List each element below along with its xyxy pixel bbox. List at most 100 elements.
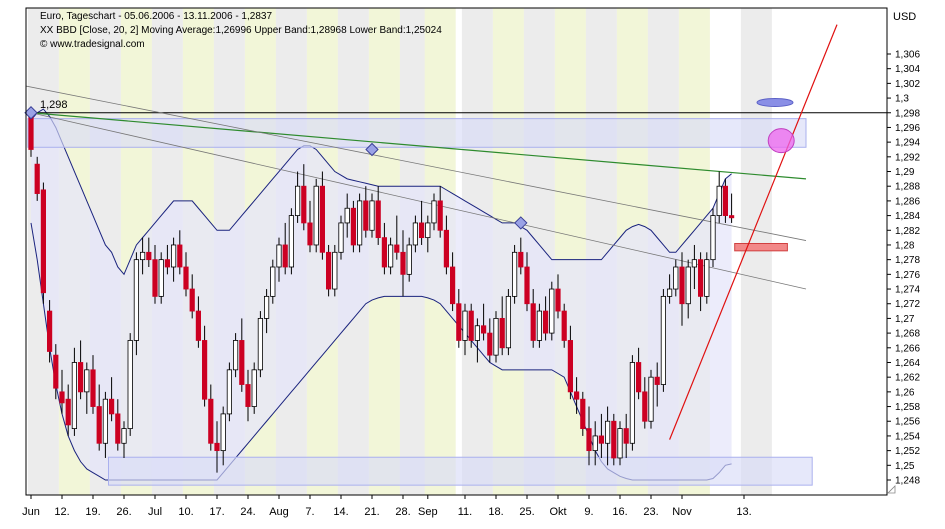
resize-grip-icon xyxy=(887,485,896,494)
x-tick-label: 24. xyxy=(240,506,255,518)
x-tick-label: 25. xyxy=(519,506,534,518)
candle-body xyxy=(623,428,629,444)
candle-body xyxy=(679,266,685,305)
y-tick-label: 1,262 xyxy=(895,373,920,384)
candle-body xyxy=(716,185,722,216)
level-label: 1,298 xyxy=(40,99,68,111)
candle-body xyxy=(468,310,474,341)
candle-body xyxy=(363,200,369,231)
header-line-3: © www.tradesignal.com xyxy=(40,39,145,50)
y-tick-label: 1,256 xyxy=(895,417,920,428)
candle-body xyxy=(729,215,735,219)
x-tick-label: 10. xyxy=(178,506,193,518)
y-tick-label: 1,266 xyxy=(895,343,920,354)
candle-body xyxy=(474,325,481,341)
candle-body xyxy=(201,340,208,400)
pink-ellipse xyxy=(767,128,795,154)
chart-root: 1,306 1,304 1,302 1,3 1,298 1,296 1,294 1,292 1,… xyxy=(0,0,945,529)
candle-body xyxy=(400,251,406,275)
candle-body xyxy=(512,251,518,297)
candle-body xyxy=(164,259,170,268)
candle-body xyxy=(152,259,158,297)
y-tick-label: 1,294 xyxy=(895,138,920,149)
y-tick-label: 1,254 xyxy=(895,431,920,442)
candle-body xyxy=(263,295,270,319)
candle-body xyxy=(158,259,164,297)
x-tick-label: 13. xyxy=(736,506,751,518)
y-tick-label: 1,296 xyxy=(895,123,920,134)
candle xyxy=(660,289,667,392)
blue-ellipse xyxy=(756,97,794,107)
candle-body xyxy=(561,310,567,341)
y-tick-label: 1,3 xyxy=(895,94,909,105)
candle-body xyxy=(598,435,605,444)
candle-body xyxy=(412,222,419,246)
candle-body xyxy=(282,244,288,268)
candle-body xyxy=(530,303,536,341)
y-tick-label: 1,278 xyxy=(895,255,920,266)
candle-body xyxy=(574,391,580,400)
candle-body xyxy=(617,428,623,459)
candle-body xyxy=(139,251,146,261)
candle-body xyxy=(499,318,505,349)
candle xyxy=(611,413,617,466)
candle xyxy=(133,252,139,356)
candle-body xyxy=(59,391,65,404)
candle xyxy=(332,244,338,297)
header-line-2: XX BBD [Close, 20, 2] Moving Average:1,2… xyxy=(40,25,442,36)
candle-body xyxy=(338,222,344,253)
candle-body xyxy=(28,116,34,150)
candle xyxy=(226,362,232,422)
candle-body xyxy=(208,398,214,444)
y-tick-label: 1,268 xyxy=(895,329,920,340)
candlestick-chart: 1,306 1,304 1,302 1,3 1,298 1,296 1,294 1,292 1,… xyxy=(22,7,920,518)
candle-body xyxy=(605,420,611,444)
x-tick-label: 11. xyxy=(458,506,472,518)
x-tick-label: 19. xyxy=(85,506,100,518)
y-tick-label: 1,274 xyxy=(895,285,920,296)
y-tick-label: 1,252 xyxy=(895,446,920,457)
candle-body xyxy=(425,222,431,239)
candle xyxy=(629,355,636,451)
x-tick-label: Nov xyxy=(672,506,692,518)
y-tick-label: 1,264 xyxy=(895,358,920,369)
x-tick-label: 21. xyxy=(364,506,379,518)
candle-body xyxy=(47,310,53,352)
candle-body xyxy=(232,340,239,371)
candle-body xyxy=(356,200,363,246)
candle-body xyxy=(170,244,177,268)
y-tick-label: 1,304 xyxy=(895,64,920,75)
candle-body xyxy=(319,185,326,253)
candle-body xyxy=(480,325,487,334)
candle xyxy=(325,244,332,297)
y-tick-label: 1,288 xyxy=(895,182,920,193)
candle-body xyxy=(381,237,388,268)
y-tick-label: 1,276 xyxy=(895,270,920,281)
candle-body xyxy=(698,259,704,297)
candle-body xyxy=(288,215,295,268)
y-tick-label: 1,284 xyxy=(895,211,920,222)
y-tick-label: 1,25 xyxy=(895,461,915,472)
candle xyxy=(257,311,264,378)
candle-body xyxy=(127,340,133,429)
candle xyxy=(493,311,499,363)
x-tick-label: 12. xyxy=(54,506,69,518)
candle-body xyxy=(65,398,71,426)
y-tick-label: 1,298 xyxy=(895,108,920,119)
y-tick-label: 1,248 xyxy=(895,476,920,487)
candle-body xyxy=(722,185,729,216)
candle-body xyxy=(133,259,139,341)
y-tick-label: 1,306 xyxy=(895,50,920,61)
candle-body xyxy=(177,244,183,268)
candle-body xyxy=(102,398,108,444)
candle xyxy=(356,193,363,253)
blue-zone-box xyxy=(108,456,813,486)
candle xyxy=(158,252,164,304)
candle xyxy=(350,200,357,253)
candle-body xyxy=(109,398,115,415)
candle-body xyxy=(431,200,437,224)
candle-body xyxy=(493,318,499,356)
candle-body xyxy=(592,435,598,452)
x-tick-label: Sep xyxy=(418,506,438,518)
candle xyxy=(127,333,133,436)
